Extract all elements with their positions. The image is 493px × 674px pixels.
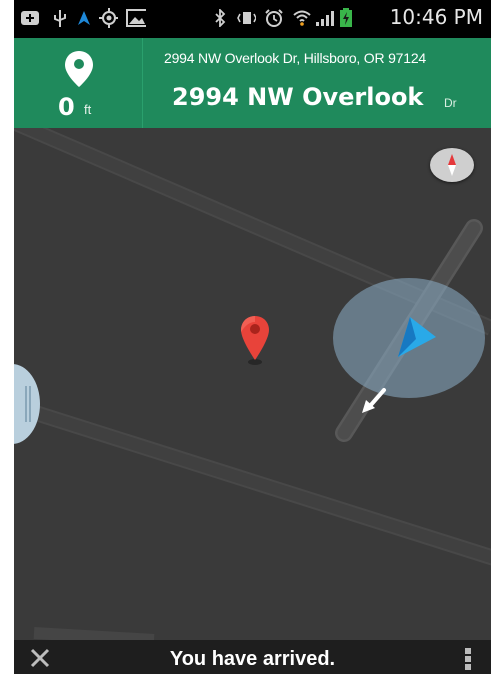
arrival-message: You have arrived. [169,648,336,670]
navigation-header: 0 ft 2994 NW Overlook Dr, Hillsboro, OR … [14,38,491,128]
distance-unit: ft [84,102,92,117]
plus-icon [20,8,40,28]
vibrate-icon [236,8,256,28]
navigation-icon [74,8,94,28]
compass-icon[interactable] [430,148,474,182]
bottom-bar: You have arrived. [14,640,491,674]
distance-value: 0 [58,93,75,121]
side-panel-handle[interactable] [14,364,40,444]
battery-charging-icon [336,8,356,28]
usb-icon [50,8,70,28]
distance-panel: 0 ft [14,38,143,128]
bluetooth-icon [210,8,230,28]
wifi-icon [292,8,312,28]
status-bar: 10:46 PM [14,0,491,38]
alarm-icon [264,8,284,28]
status-time: 10:46 PM [389,5,483,29]
destination-pin-icon [64,50,94,93]
overflow-menu-icon[interactable] [462,646,474,672]
image-icon [126,8,146,28]
street-name: 2994 NW Overlook [172,83,424,111]
full-address: 2994 NW Overlook Dr, Hillsboro, OR 97124 [164,50,426,66]
gps-icon [98,8,118,28]
map-view[interactable] [14,128,491,640]
street-suffix: Dr [444,96,457,110]
signal-icon [314,8,334,28]
phone-screen: 10:46 PM 0 ft 2994 NW Overlook Dr, Hills… [14,0,491,674]
